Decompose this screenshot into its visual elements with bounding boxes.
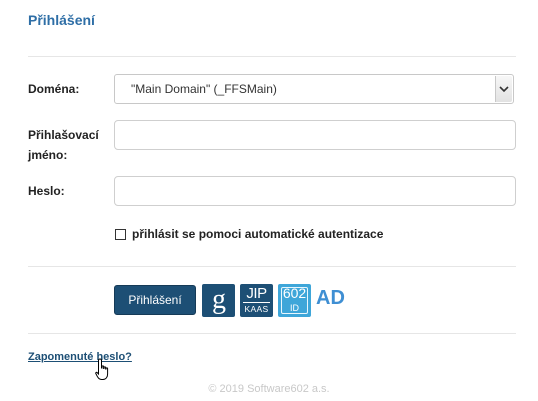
- 602-id-login-button[interactable]: 602 ID: [278, 284, 311, 317]
- forgot-password-link[interactable]: Zapomenuté heslo?: [28, 351, 132, 363]
- username-label: Přihlašovací jméno:: [28, 125, 99, 165]
- kaas-icon-text: KAAS: [244, 304, 269, 314]
- divider: [28, 266, 516, 267]
- jip-icon-text: JIP: [246, 285, 267, 302]
- google-icon-text: g: [212, 286, 226, 315]
- username-field[interactable]: [114, 120, 516, 150]
- password-label: Heslo:: [28, 184, 65, 198]
- id-icon-text: ID: [290, 303, 299, 313]
- domain-select-value: "Main Domain" (_FFSMain): [131, 82, 277, 96]
- divider: [28, 56, 516, 57]
- username-label-line1: Přihlašovací: [28, 128, 99, 142]
- jip-icon-divider: [243, 302, 270, 303]
- page-title: Přihlášení: [28, 12, 95, 28]
- domain-label: Doména:: [28, 82, 80, 96]
- chevron-down-icon[interactable]: [495, 76, 512, 102]
- domain-select[interactable]: "Main Domain" (_FFSMain): [114, 74, 514, 104]
- google-icon: g: [212, 286, 226, 315]
- hand-cursor-icon: [95, 358, 109, 380]
- google-login-button[interactable]: g: [202, 284, 235, 317]
- id-icon-number: 602: [282, 285, 307, 301]
- auto-auth-label[interactable]: přihlásit se pomoci automatické autentiz…: [132, 227, 383, 241]
- divider: [28, 333, 516, 334]
- jip-kaas-login-button[interactable]: JIP KAAS: [240, 284, 273, 317]
- password-field[interactable]: [114, 176, 516, 206]
- auto-auth-checkbox[interactable]: [115, 229, 126, 240]
- ad-login-button[interactable]: AD: [316, 287, 345, 310]
- username-label-line2: jméno:: [28, 148, 68, 162]
- copyright-text: © 2019 Software602 a.s.: [208, 383, 330, 395]
- login-button[interactable]: Přihlášení: [114, 285, 196, 315]
